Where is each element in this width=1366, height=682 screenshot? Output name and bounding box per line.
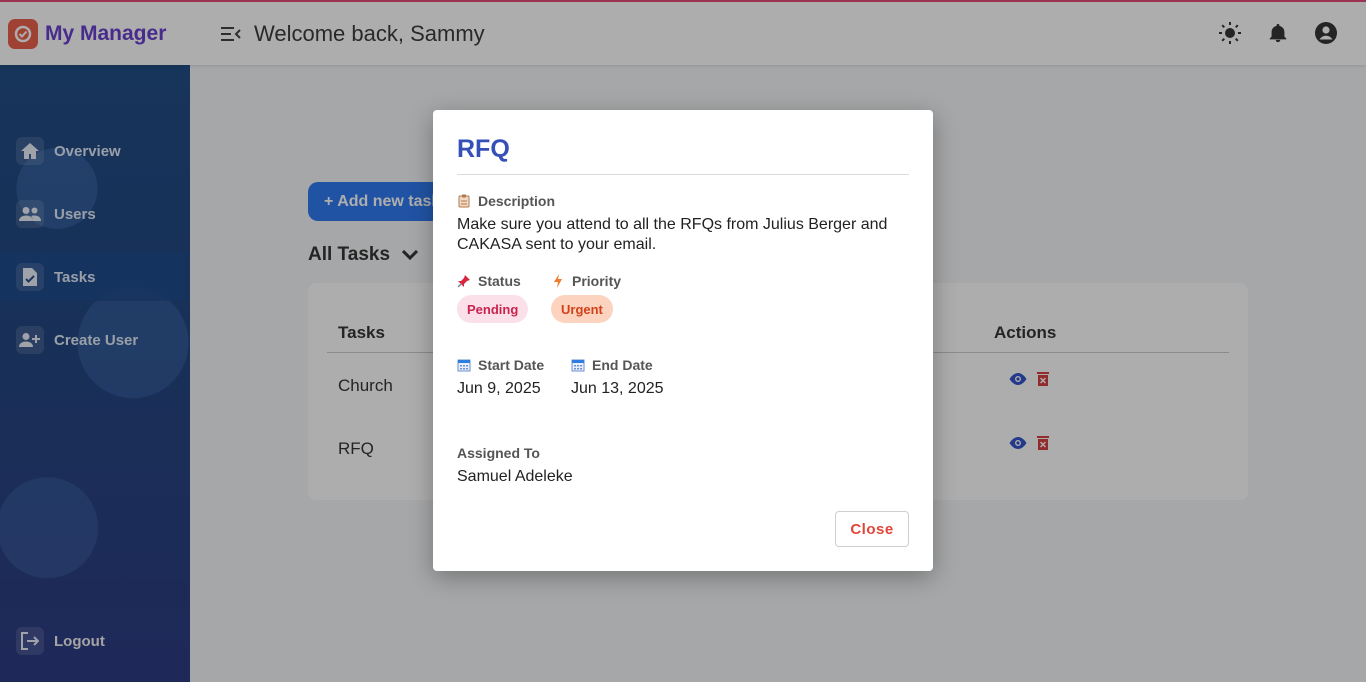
- pushpin-icon: [457, 274, 471, 288]
- close-button[interactable]: Close: [835, 511, 909, 547]
- assigned-to-label: Assigned To: [457, 445, 540, 461]
- priority-badge: Urgent: [551, 295, 613, 323]
- start-date-value: Jun 9, 2025: [457, 380, 541, 397]
- description-text: Make sure you attend to all the RFQs fro…: [457, 216, 888, 253]
- calendar-icon: [457, 358, 471, 372]
- status-label: Status: [457, 273, 521, 289]
- description-label: Description: [457, 193, 555, 209]
- lightning-icon: [551, 274, 565, 288]
- status-badge: Pending: [457, 295, 529, 323]
- task-details-modal: RFQ Description Make sure you attend to …: [433, 110, 933, 571]
- modal-divider: [457, 174, 909, 175]
- modal-title: RFQ: [457, 135, 510, 163]
- end-date-label: End Date: [571, 357, 653, 373]
- end-date-value: Jun 13, 2025: [571, 380, 664, 397]
- calendar-icon: [571, 358, 585, 372]
- priority-label: Priority: [551, 273, 621, 289]
- clipboard-icon: [457, 194, 471, 208]
- start-date-label: Start Date: [457, 357, 544, 373]
- assigned-to-value: Samuel Adeleke: [457, 468, 573, 485]
